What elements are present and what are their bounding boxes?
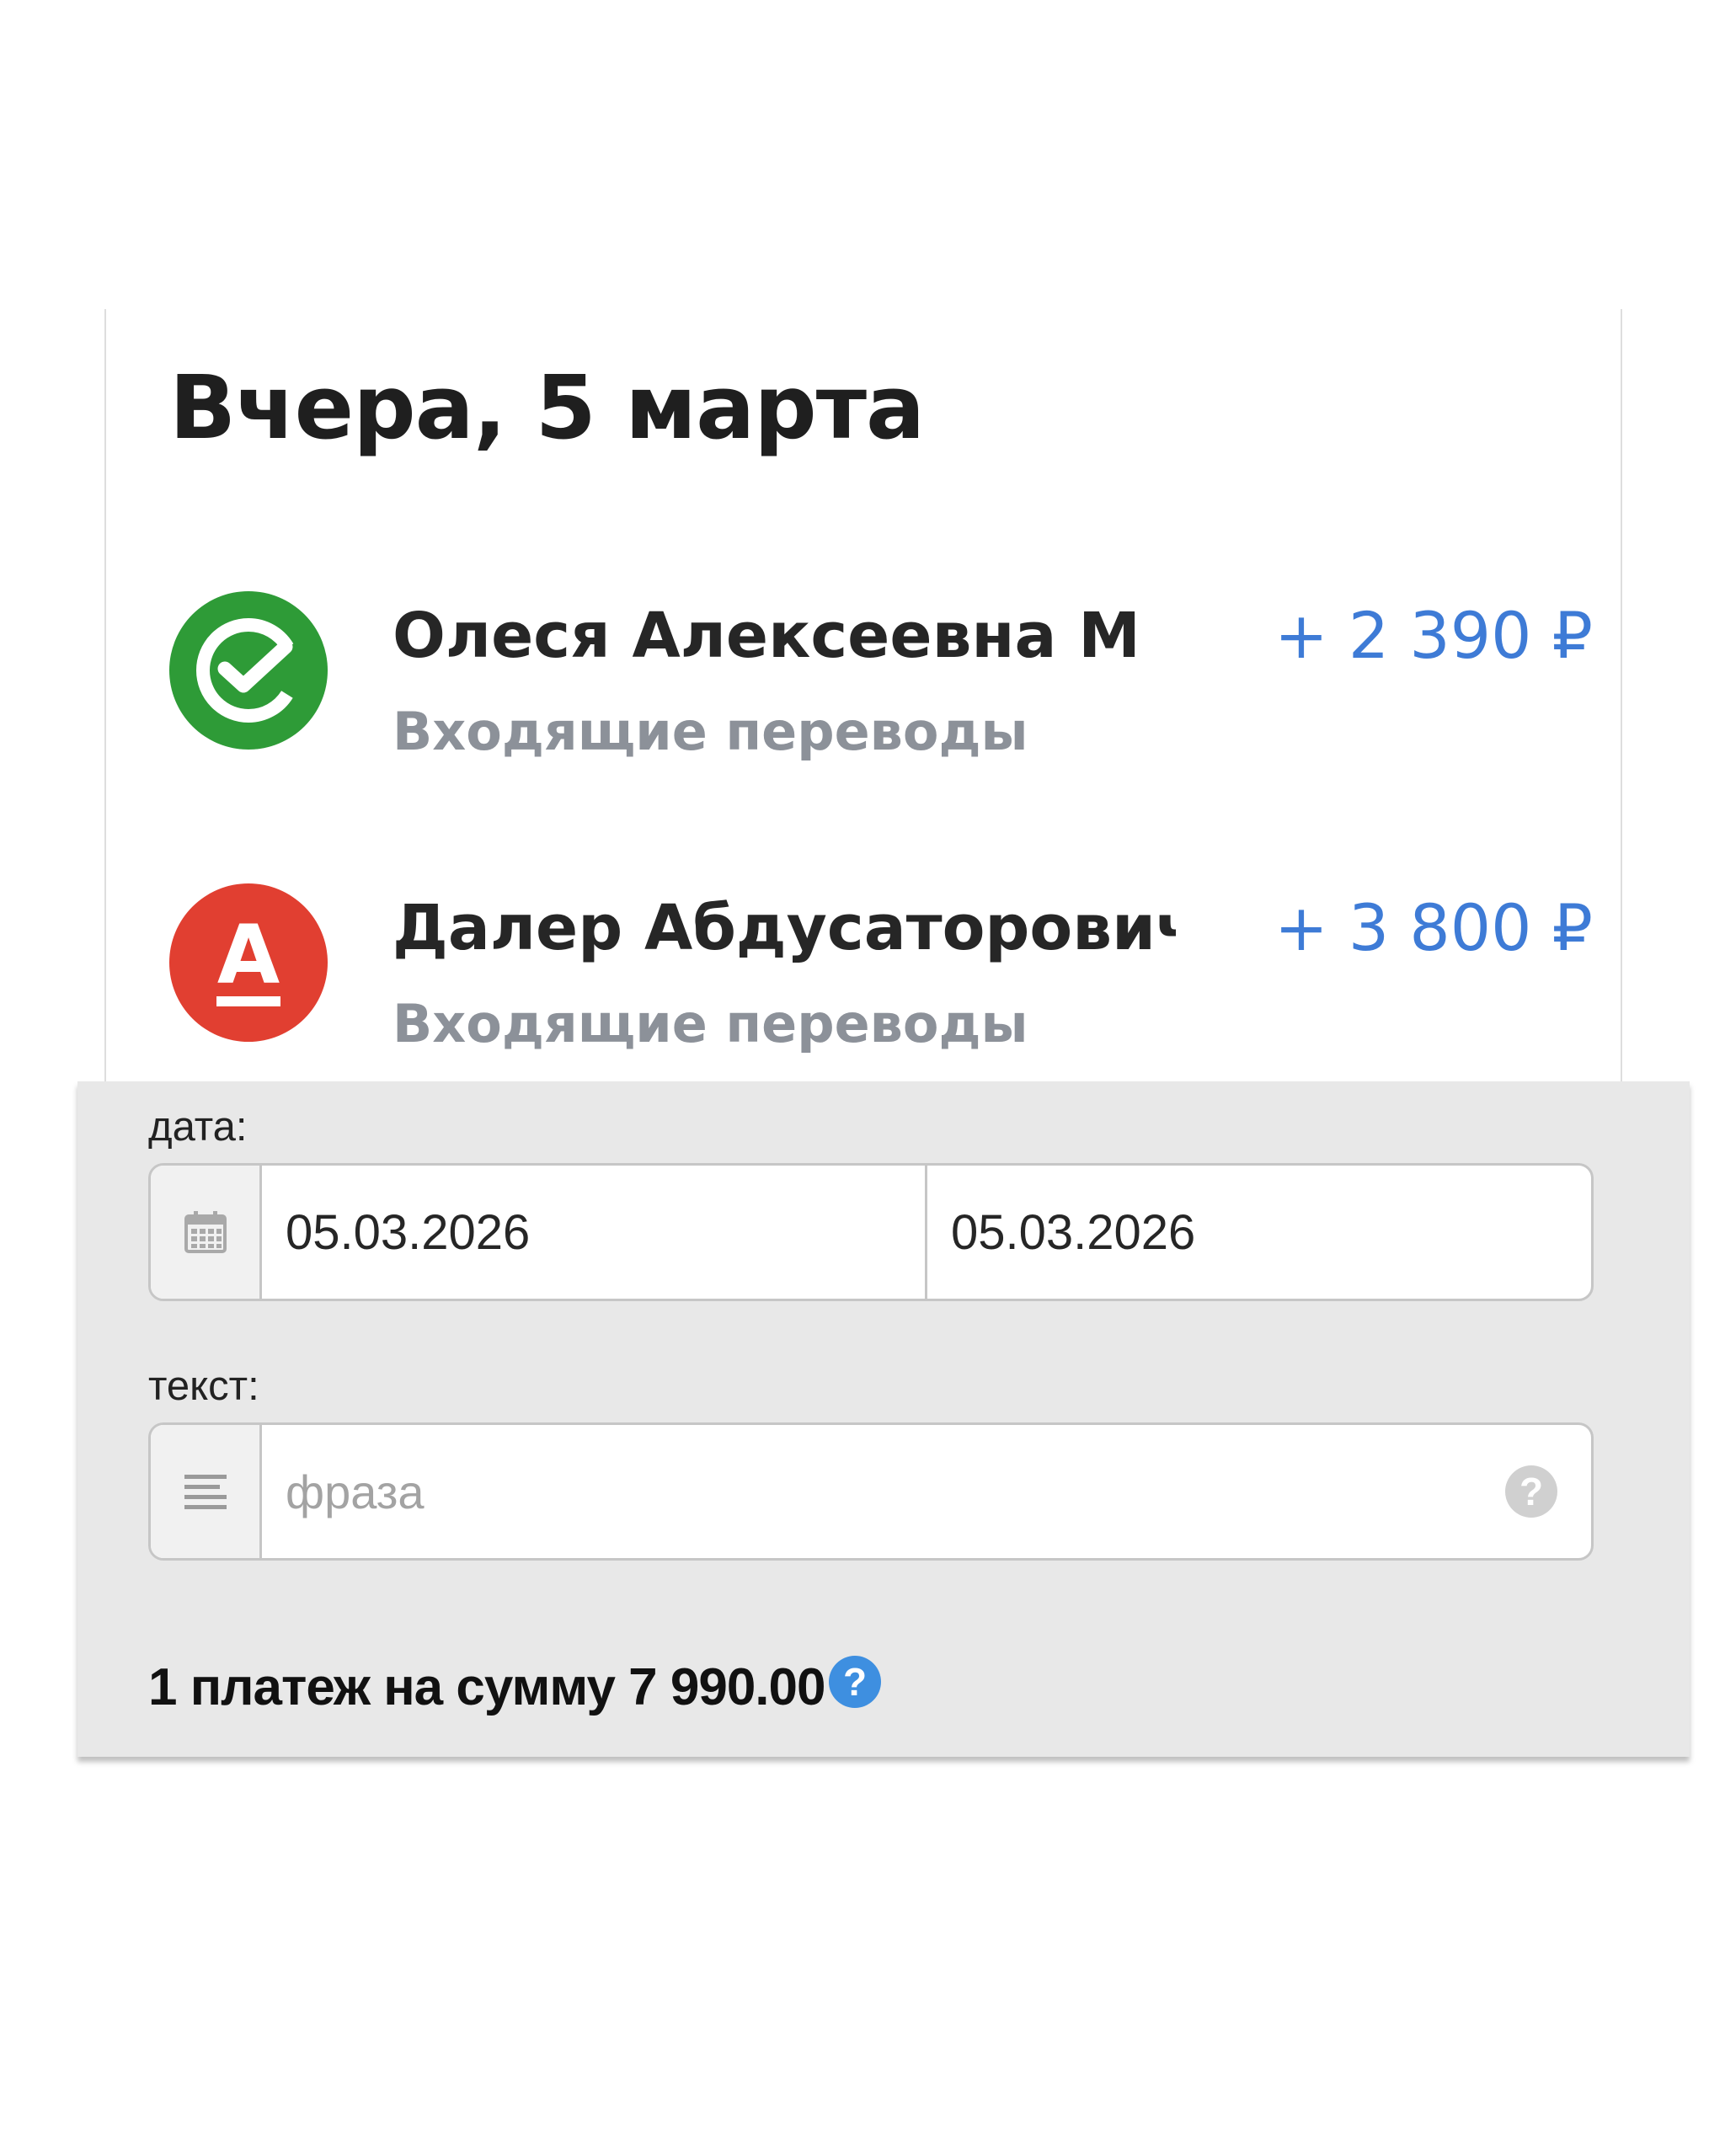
date-label: дата: <box>148 1104 248 1150</box>
alfa-logo-letter: А <box>217 908 280 1002</box>
calendar-icon[interactable] <box>151 1166 262 1299</box>
text-label: текст: <box>148 1364 259 1409</box>
transaction-amount: + 2 390 ₽ <box>1274 598 1593 673</box>
date-from-input[interactable]: 05.03.2026 <box>262 1166 927 1299</box>
text-search-input[interactable] <box>262 1425 1475 1558</box>
date-to-input[interactable]: 05.03.2026 <box>927 1166 1591 1299</box>
transaction-category: Входящие переводы <box>393 701 1028 762</box>
sender-name: Далер Абдусаторович Д <box>393 892 1176 964</box>
align-left-icon <box>151 1425 262 1558</box>
sberbank-logo-icon <box>169 591 328 750</box>
summary-help-icon[interactable]: ? <box>829 1656 881 1708</box>
question-help-icon[interactable]: ? <box>1505 1465 1557 1518</box>
alfa-bank-logo-icon: А <box>169 883 328 1042</box>
transaction-row[interactable]: Олеся Алексеевна М Входящие переводы + 2… <box>169 591 1593 785</box>
payments-summary: 1 платеж на сумму 7 990.00 ₽ <box>148 1658 872 1716</box>
transaction-category: Входящие переводы <box>393 993 1028 1054</box>
filter-panel: дата: 05.03.2026 05.03.2026 текст: фраза… <box>77 1081 1690 1757</box>
date-range-field: 05.03.2026 05.03.2026 <box>148 1163 1594 1301</box>
transaction-amount: + 3 800 ₽ <box>1274 890 1593 965</box>
text-search-field: ? <box>148 1422 1594 1561</box>
sender-name: Олеся Алексеевна М <box>393 600 1140 672</box>
transaction-feed-card: Вчера, 5 марта Олеся Алексеевна М Входящ… <box>104 309 1622 1084</box>
feed-date-heading: Вчера, 5 марта <box>169 356 925 459</box>
transaction-row[interactable]: А Далер Абдусаторович Д Входящие перевод… <box>169 883 1593 1077</box>
